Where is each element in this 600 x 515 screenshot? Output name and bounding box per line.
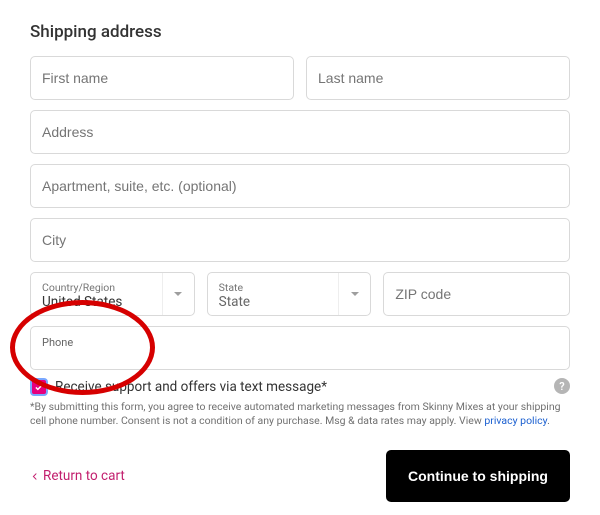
last-name-input[interactable] <box>318 70 558 86</box>
consent-fine-print: *By submitting this form, you agree to r… <box>30 400 570 428</box>
help-icon[interactable]: ? <box>554 378 570 394</box>
fine-print-suffix: . <box>547 414 550 427</box>
zip-field[interactable] <box>383 272 570 316</box>
first-name-input[interactable] <box>42 70 282 86</box>
sms-consent-checkbox[interactable] <box>30 378 48 396</box>
last-name-field[interactable] <box>306 56 570 100</box>
chevron-down-icon <box>162 273 194 315</box>
first-name-field[interactable] <box>30 56 294 100</box>
address-input[interactable] <box>42 124 558 140</box>
sms-consent-label: Receive support and offers via text mess… <box>55 379 327 395</box>
return-to-cart-link[interactable]: Return to cart <box>30 468 125 484</box>
return-to-cart-label: Return to cart <box>43 468 125 484</box>
city-field[interactable] <box>30 218 570 262</box>
state-select[interactable]: State State <box>207 272 372 316</box>
zip-input[interactable] <box>395 286 558 302</box>
phone-label: Phone <box>42 337 558 349</box>
fine-print-prefix: *By submitting this form, you agree to r… <box>30 400 561 427</box>
chevron-left-icon <box>30 472 39 481</box>
country-value: United States <box>42 294 151 312</box>
state-label: State <box>219 282 328 294</box>
country-label: Country/Region <box>42 282 151 294</box>
chevron-down-icon <box>338 273 370 315</box>
apartment-input[interactable] <box>42 178 558 194</box>
page-title: Shipping address <box>30 22 570 42</box>
country-select[interactable]: Country/Region United States <box>30 272 195 316</box>
city-input[interactable] <box>42 232 558 248</box>
state-value: State <box>219 294 328 312</box>
continue-to-shipping-button[interactable]: Continue to shipping <box>386 450 570 502</box>
phone-input[interactable] <box>42 349 558 364</box>
address-field[interactable] <box>30 110 570 154</box>
privacy-policy-link[interactable]: privacy policy <box>484 414 547 427</box>
apartment-field[interactable] <box>30 164 570 208</box>
phone-field[interactable]: Phone <box>30 326 570 370</box>
